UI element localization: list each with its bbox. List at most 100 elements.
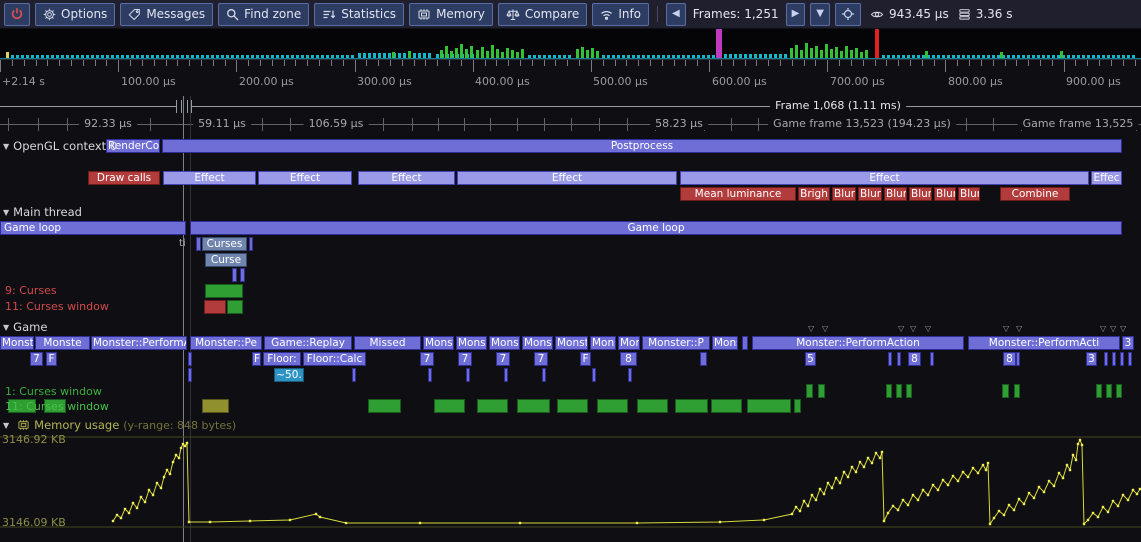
zone-bar[interactable]: Blur	[909, 187, 932, 201]
zone-bar[interactable]: Monste	[35, 336, 90, 350]
zone-bar[interactable]	[637, 399, 668, 413]
zone-bar[interactable]	[249, 237, 253, 251]
collapsed-zones-icon[interactable]: ▽	[822, 325, 828, 333]
zone-bar[interactable]: Missed	[354, 336, 421, 350]
zone-bar[interactable]	[232, 268, 237, 282]
zone-bar[interactable]	[818, 384, 825, 398]
zone-bar[interactable]: Monst	[423, 336, 454, 350]
zone-bar[interactable]: Monster::PerformA	[91, 336, 187, 350]
zone-bar[interactable]: 8	[1003, 352, 1016, 366]
zone-bar[interactable]: Monst	[522, 336, 553, 350]
zone-bar[interactable]	[930, 352, 934, 366]
zone-bar[interactable]	[747, 399, 791, 413]
section-header[interactable]: ▼OpenGL context 0	[3, 139, 117, 153]
zone-bar[interactable]: F	[580, 352, 591, 366]
zone-bar[interactable]: Brigh	[798, 187, 830, 201]
memory-plot[interactable]	[0, 432, 1141, 542]
zone-bar[interactable]: Postprocess	[162, 139, 1122, 153]
zone-bar[interactable]: Curses	[202, 237, 247, 251]
zone-bar[interactable]: Monster::PerformActi	[968, 336, 1120, 350]
zone-bar[interactable]	[240, 268, 245, 282]
thread-label[interactable]: 11: Curses window	[5, 300, 109, 313]
zone-bar[interactable]	[742, 336, 748, 350]
zone-bar[interactable]: Blur	[884, 187, 907, 201]
zone-bar[interactable]: Effect	[358, 171, 455, 185]
zone-bar[interactable]	[202, 399, 229, 413]
zone-bar[interactable]: Floor::Calc	[303, 352, 366, 366]
zone-bar[interactable]: 7	[420, 352, 434, 366]
zone-bar[interactable]	[517, 399, 550, 413]
zone-bar[interactable]: Monster::PerformAction	[752, 336, 964, 350]
zone-bar[interactable]: Effect	[258, 171, 352, 185]
zone-bar[interactable]	[896, 384, 902, 398]
zone-bar[interactable]	[906, 384, 912, 398]
zone-bar[interactable]: Mons	[712, 336, 738, 350]
zone-bar[interactable]	[352, 368, 356, 382]
zone-bar[interactable]: 3	[1086, 352, 1097, 366]
zone-bar[interactable]: Combine	[1000, 187, 1070, 201]
zone-bar[interactable]	[188, 368, 192, 382]
zone-bar[interactable]	[557, 399, 588, 413]
zone-bar[interactable]: Mons	[618, 336, 640, 350]
zone-bar[interactable]: Monst	[489, 336, 520, 350]
zone-bar[interactable]: Monster::Pe	[190, 336, 262, 350]
zone-bar[interactable]	[368, 399, 401, 413]
zone-bar[interactable]	[227, 300, 243, 314]
zone-bar[interactable]	[794, 399, 801, 413]
zone-bar[interactable]	[1016, 352, 1020, 366]
zone-bar[interactable]	[542, 368, 546, 382]
memory-section-header[interactable]: ▼ Memory usage (y-range: 848 bytes)	[3, 418, 236, 432]
zone-bar[interactable]: 7	[30, 352, 43, 366]
zone-bar[interactable]: Game loop	[190, 221, 1122, 235]
zone-bar[interactable]	[1112, 352, 1116, 366]
zone-bar[interactable]	[1128, 352, 1132, 366]
zone-bar[interactable]	[628, 368, 632, 382]
zone-bar[interactable]: Monste	[555, 336, 588, 350]
zone-bar[interactable]	[466, 368, 470, 382]
zone-bar[interactable]: Mean luminance	[680, 187, 796, 201]
zone-bar[interactable]: F	[46, 352, 57, 366]
section-header[interactable]: ▼Game	[3, 320, 47, 334]
zone-bar[interactable]	[205, 284, 243, 298]
zone-bar[interactable]: Game::Replay	[264, 336, 352, 350]
zone-bar[interactable]: Floor:	[263, 352, 301, 366]
zone-bar[interactable]: Effect	[680, 171, 1089, 185]
zone-bar[interactable]	[675, 399, 708, 413]
collapsed-zones-icon[interactable]: ▽	[1003, 325, 1009, 333]
collapsed-zones-icon[interactable]: ▽	[1120, 325, 1126, 333]
zone-bar[interactable]	[597, 399, 628, 413]
thread-label[interactable]: 9: Curses	[5, 284, 57, 297]
zone-bar[interactable]	[1014, 384, 1020, 398]
section-header[interactable]: ▼Main thread	[3, 205, 82, 219]
collapsed-zones-icon[interactable]: ▽	[925, 325, 931, 333]
zone-bar[interactable]: 8	[620, 352, 637, 366]
zone-bar[interactable]: Effec	[1091, 171, 1122, 185]
zone-bar[interactable]	[428, 368, 432, 382]
zone-bar[interactable]: 3	[1122, 336, 1134, 350]
zone-bar[interactable]	[188, 352, 192, 366]
zone-bar[interactable]	[897, 352, 901, 366]
zone-bar[interactable]	[888, 352, 892, 366]
zone-bar[interactable]	[1096, 384, 1102, 398]
zone-bar[interactable]	[711, 399, 742, 413]
zone-bar[interactable]: Game loop	[0, 221, 186, 235]
zone-bar[interactable]: Monst	[590, 336, 616, 350]
zone-bar[interactable]: 7	[496, 352, 510, 366]
zone-bar[interactable]: Draw calls	[88, 171, 160, 185]
zone-bar[interactable]	[434, 399, 465, 413]
zone-bar[interactable]: 8	[908, 352, 921, 366]
zone-bar[interactable]	[1104, 352, 1108, 366]
collapsed-zones-icon[interactable]: ▽	[910, 325, 916, 333]
collapsed-zones-icon[interactable]: ▽	[898, 325, 904, 333]
zone-bar[interactable]	[700, 352, 707, 366]
zone-bar[interactable]: 7	[534, 352, 548, 366]
zone-bar[interactable]: Blur	[958, 187, 980, 201]
zone-bar[interactable]	[1002, 384, 1009, 398]
collapsed-zones-icon[interactable]: ▽	[1110, 325, 1116, 333]
zone-bar[interactable]: 5	[805, 352, 816, 366]
zone-bar[interactable]: Blur	[832, 187, 856, 201]
thread-label[interactable]: 11: Curses window	[5, 400, 109, 413]
zone-bar[interactable]: Monste	[0, 336, 34, 350]
zone-bar[interactable]	[504, 368, 508, 382]
zone-bar[interactable]: ~50.	[274, 368, 304, 382]
